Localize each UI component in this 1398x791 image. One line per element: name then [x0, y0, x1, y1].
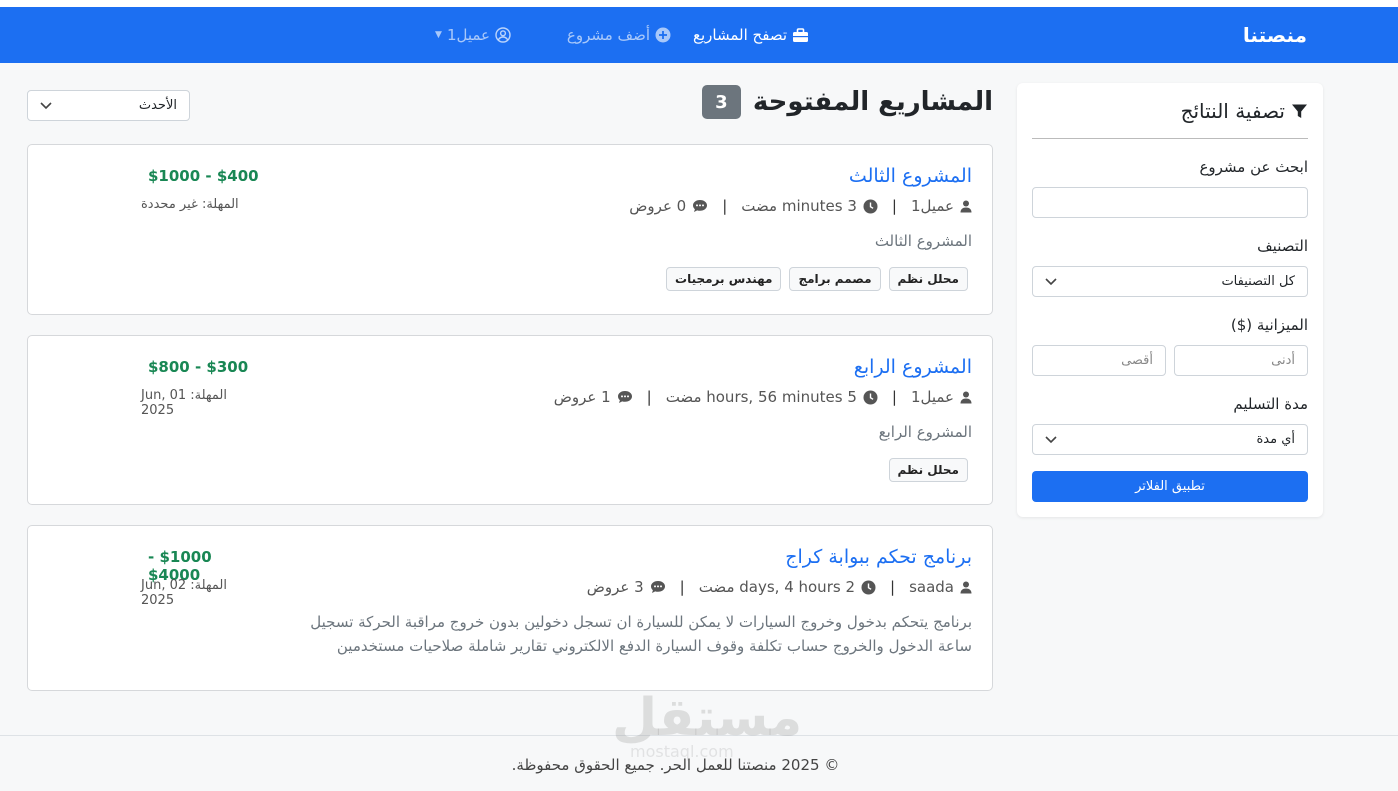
- category-select-value: كل التصنيفات: [1221, 274, 1295, 289]
- project-description: برنامج يتحكم بدخول وخروج السيارات لا يمك…: [310, 613, 972, 655]
- skill-tag: محلل نظم: [888, 458, 968, 482]
- project-offers: 3 عروض: [586, 578, 644, 596]
- apply-filters-button[interactable]: تطبيق الفلاتر: [1032, 471, 1308, 502]
- project-owner: saada: [909, 578, 954, 596]
- skill-tag: مصمم برامج: [789, 267, 881, 291]
- meta-separator: |: [891, 197, 897, 215]
- meta-separator: |: [890, 578, 896, 596]
- project-deadline: المهلة: 02 Jun, 2025: [141, 578, 228, 608]
- sort-select-value: الأحدث: [138, 98, 177, 113]
- project-description: المشروع الرابع: [878, 423, 972, 441]
- duration-label: مدة التسليم: [1233, 395, 1308, 413]
- plus-circle-icon: [655, 27, 671, 43]
- search-input[interactable]: [1032, 187, 1308, 218]
- nav-browse-label: تصفح المشاريع: [693, 26, 787, 44]
- filter-icon: [1291, 103, 1308, 120]
- project-deadline: المهلة: 01 Jun, 2025: [141, 388, 228, 418]
- category-label: التصنيف: [1257, 237, 1308, 255]
- project-owner: عميل1: [910, 197, 954, 215]
- project-meta: عميل1 | 5 hours, 56 minutes مضت | 1 عروض: [554, 388, 972, 406]
- project-meta: saada | 2 days, 4 hours مضت | 3 عروض: [587, 578, 972, 596]
- sort-select[interactable]: الأحدث: [27, 90, 190, 121]
- nav-browse-projects[interactable]: تصفح المشاريع: [693, 26, 809, 44]
- filters-panel: تصفية النتائج ابحث عن مشروع التصنيف كل ا…: [1017, 83, 1323, 517]
- project-time: 3 minutes مضت: [741, 197, 857, 215]
- project-card: برنامج تحكم ببوابة كراج saada | 2 days, …: [27, 525, 993, 691]
- caret-down-icon: ▼: [435, 30, 442, 40]
- watermark-url: mostaql.com: [630, 742, 734, 761]
- divider: [1032, 138, 1308, 139]
- project-title-link[interactable]: المشروع الثالث: [849, 165, 972, 187]
- user-icon: [960, 200, 972, 213]
- filters-title-text: تصفية النتائج: [1180, 99, 1285, 123]
- user-icon: [960, 581, 972, 594]
- skill-tag: محلل نظم: [888, 267, 968, 291]
- page-title: المشاريع المفتوحة 3: [701, 85, 993, 119]
- budget-min-input[interactable]: أدنى: [1174, 345, 1308, 376]
- project-deadline: المهلة: غير محددة: [141, 197, 239, 212]
- page-title-text: المشاريع المفتوحة: [752, 87, 993, 117]
- filters-title: تصفية النتائج: [1181, 99, 1308, 123]
- budget-label: الميزانية ($): [1230, 316, 1308, 334]
- project-card: المشروع الرابع عميل1 | 5 hours, 56 minut…: [27, 335, 993, 505]
- count-badge: 3: [701, 85, 741, 119]
- project-title-link[interactable]: برنامج تحكم ببوابة كراج: [785, 546, 972, 568]
- project-owner: عميل1: [910, 388, 954, 406]
- duration-select-value: أي مدة: [1256, 432, 1295, 447]
- duration-select[interactable]: أي مدة: [1032, 424, 1308, 455]
- window-top-strip: [0, 0, 1398, 7]
- clock-icon: [863, 390, 878, 405]
- user-circle-icon: [495, 27, 511, 43]
- search-label: ابحث عن مشروع: [1199, 158, 1308, 176]
- project-tags: محلل نظم: [888, 458, 968, 482]
- meta-separator: |: [891, 388, 897, 406]
- nav-user-label: عميل1: [446, 26, 490, 44]
- briefcase-icon: [792, 27, 809, 43]
- clock-icon: [861, 580, 876, 595]
- navbar: منصتنا تصفح المشاريع أضف مشروع عميل1 ▼: [0, 7, 1398, 63]
- budget-max-input[interactable]: أقصى: [1032, 345, 1166, 376]
- skill-tag: مهندس برمجيات: [666, 267, 782, 291]
- project-meta: عميل1 | 3 minutes مضت | 0 عروض: [629, 197, 972, 215]
- project-card: المشروع الثالث عميل1 | 3 minutes مضت | 0…: [27, 144, 993, 315]
- project-description: المشروع الثالث: [874, 232, 972, 250]
- nav-add-project[interactable]: أضف مشروع: [567, 26, 671, 44]
- chevron-down-icon: [1045, 435, 1057, 444]
- project-budget: $300 - $800: [148, 358, 249, 376]
- project-tags: محلل نظم مصمم برامج مهندس برمجيات: [666, 267, 968, 291]
- meta-separator: |: [646, 388, 652, 406]
- brand-logo[interactable]: منصتنا: [1243, 23, 1307, 47]
- comment-icon: [692, 199, 708, 213]
- project-budget: $400 - $1000: [148, 167, 259, 185]
- comment-icon: [650, 580, 666, 594]
- comment-icon: [617, 390, 633, 404]
- category-select[interactable]: كل التصنيفات: [1032, 266, 1308, 297]
- meta-separator: |: [679, 578, 685, 596]
- clock-icon: [863, 199, 878, 214]
- watermark: مستقل: [612, 688, 803, 748]
- project-title-link[interactable]: المشروع الرابع: [854, 356, 972, 378]
- meta-separator: |: [722, 197, 728, 215]
- project-offers: 0 عروض: [629, 197, 687, 215]
- project-time: 2 days, 4 hours مضت: [698, 578, 856, 596]
- nav-add-label: أضف مشروع: [566, 26, 650, 44]
- project-time: 5 hours, 56 minutes مضت: [665, 388, 857, 406]
- project-offers: 1 عروض: [553, 388, 611, 406]
- chevron-down-icon: [1045, 277, 1057, 286]
- user-icon: [960, 391, 972, 404]
- nav-user-menu[interactable]: عميل1 ▼: [435, 26, 511, 44]
- chevron-down-icon: [40, 101, 52, 110]
